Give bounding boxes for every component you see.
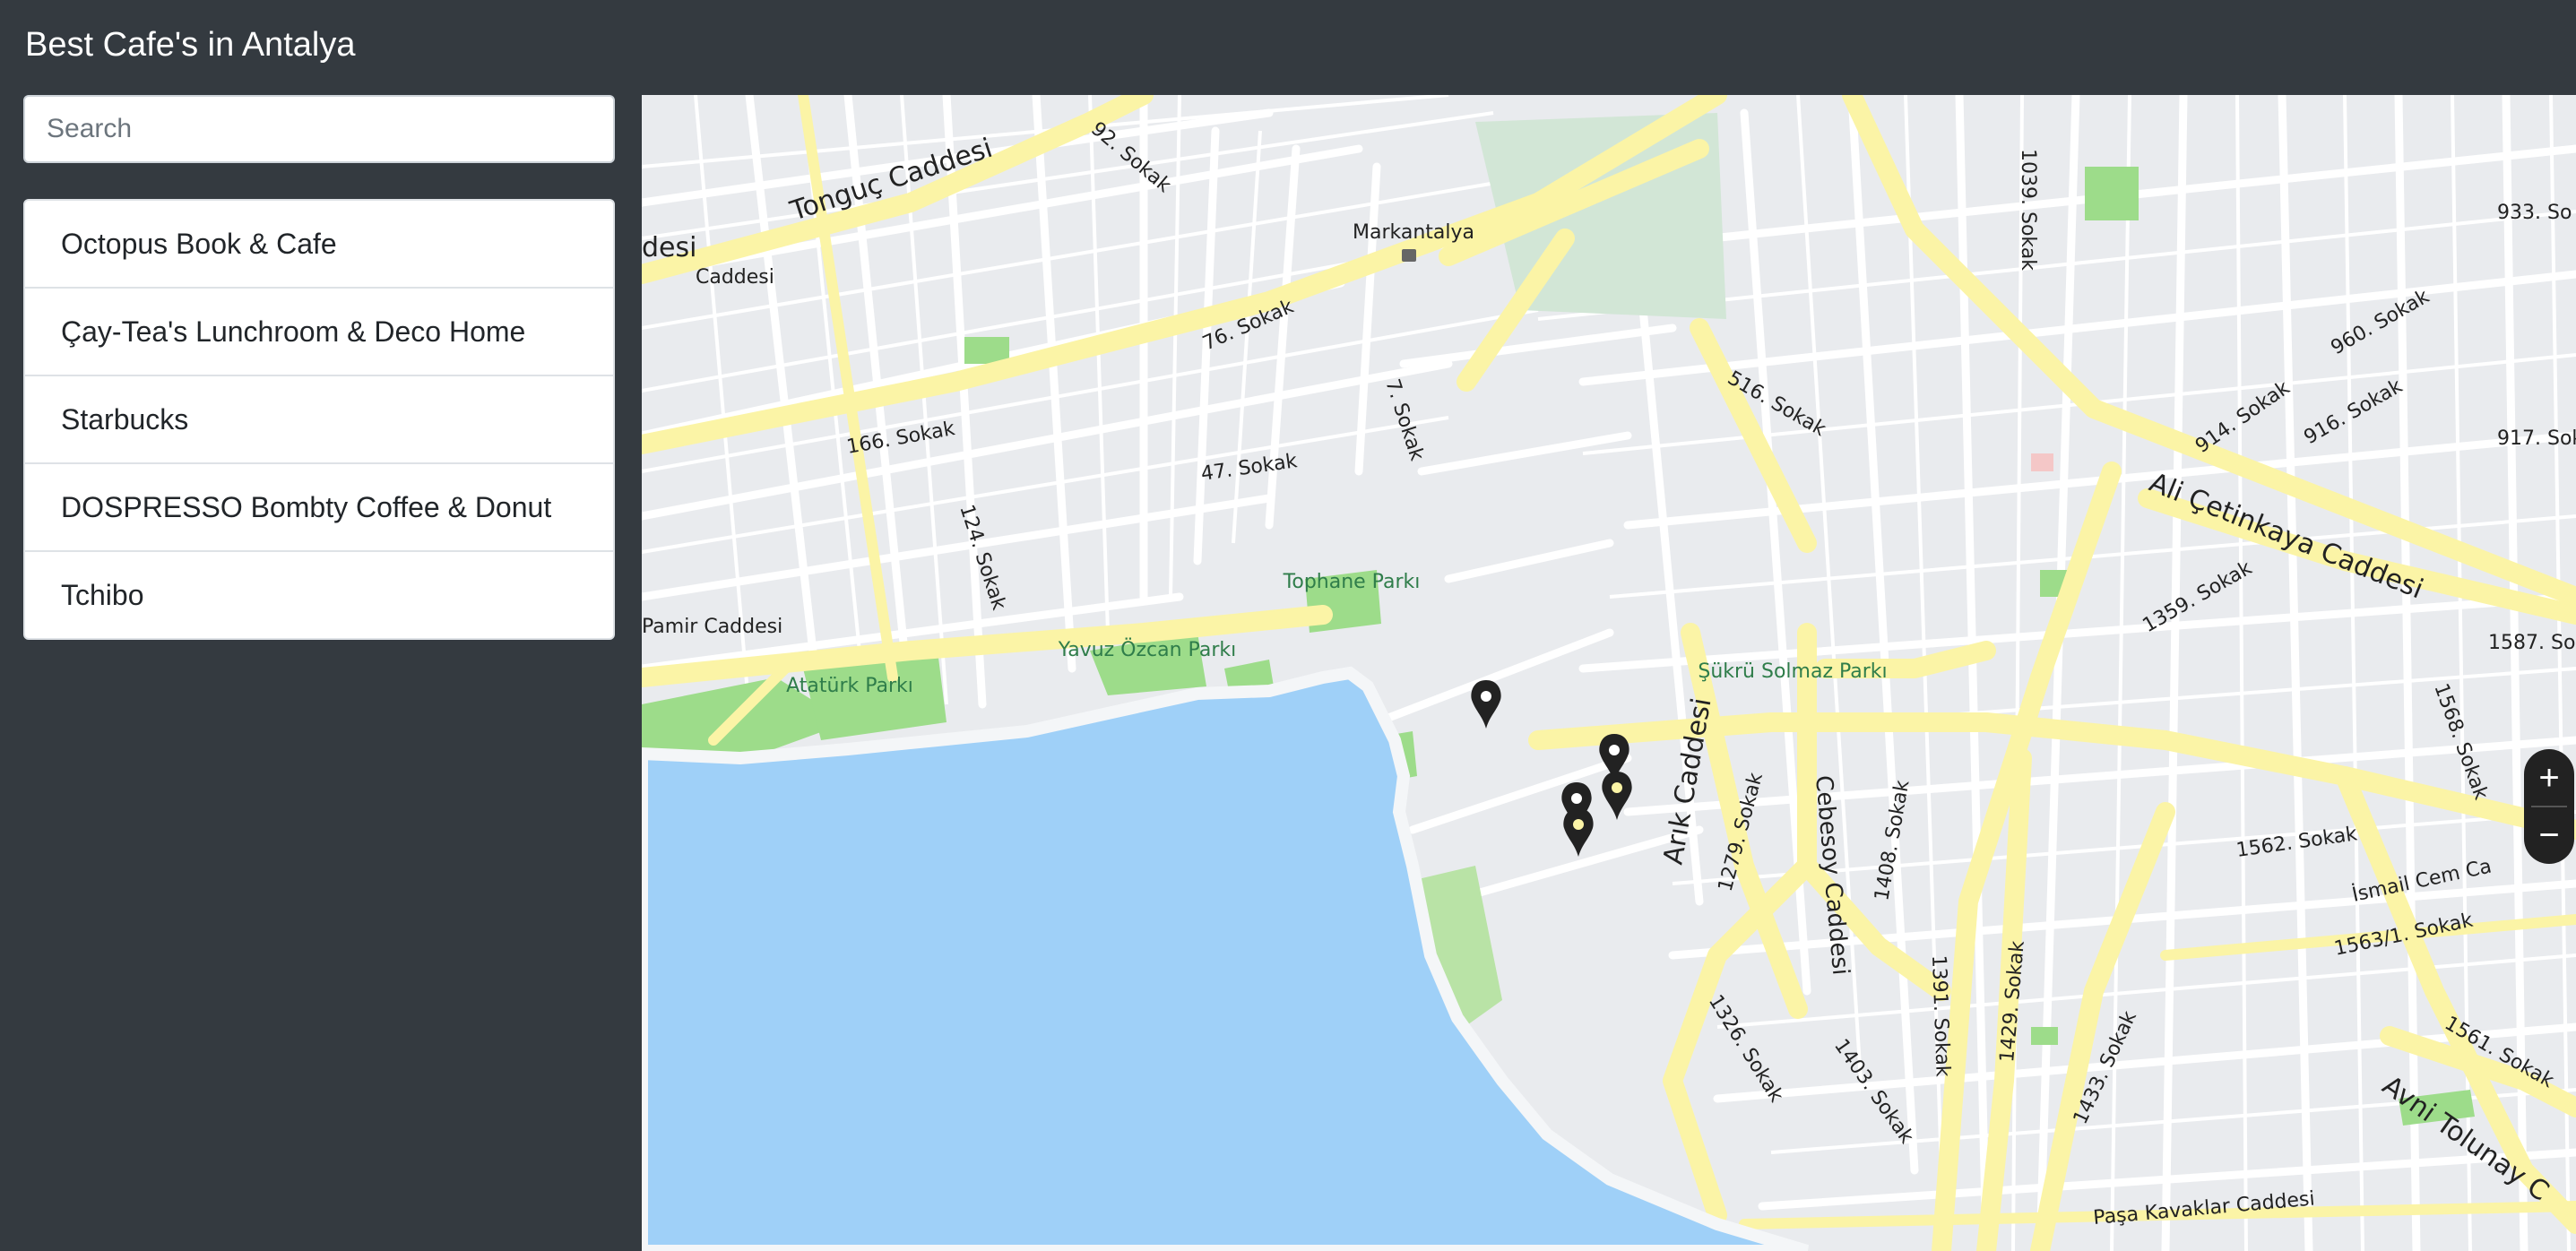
street-label-1391-sokak: 1391. Sokak [1927, 954, 1954, 1077]
street-label-1587-sokak: 1587. So [2488, 632, 2575, 654]
sidebar: Octopus Book & Cafe Çay-Tea's Lunchroom … [0, 95, 642, 1251]
search-input[interactable] [23, 95, 615, 163]
street-label-1039-sokak: 1039. Sokak [2017, 149, 2039, 271]
park-label-ataturk: Atatürk Parkı [786, 675, 913, 697]
app-title: Best Cafe's in Antalya [25, 26, 356, 64]
shopping-icon [1402, 249, 1416, 262]
top-navbar: Best Cafe's in Antalya [0, 0, 2576, 95]
cafe-list-item-starbucks[interactable]: Starbucks [25, 376, 613, 464]
street-label-933-sokak: 933. So [2497, 202, 2572, 224]
street-label-caddesi-left: Caddesi [696, 266, 774, 289]
cafe-list: Octopus Book & Cafe Çay-Tea's Lunchroom … [23, 199, 615, 640]
zoom-in-button[interactable]: + [2524, 749, 2574, 807]
map-canvas[interactable]: Caddesi desi Tonguç Caddesi 92. Sokak 76… [642, 95, 2576, 1251]
park-label-yavuz-ozcan: Yavuz Özcan Parkı [1058, 638, 1236, 661]
park-label-sukru-solmaz: Şükrü Solmaz Parkı [1698, 660, 1887, 683]
street-label-pamir: Pamir Caddesi [642, 616, 782, 638]
park-label-tophane: Tophane Parkı [1283, 571, 1421, 593]
cafe-list-item-dospresso[interactable]: DOSPRESSO Bombty Coffee & Donut [25, 464, 613, 552]
street-label-desi: desi [642, 232, 696, 263]
zoom-out-button[interactable]: − [2524, 807, 2574, 864]
cafe-list-item-tchibo[interactable]: Tchibo [25, 552, 613, 638]
street-label-917-sokak: 917. Sok [2497, 427, 2576, 450]
poi-label-markantalya: Markantalya [1353, 221, 1474, 244]
zoom-divider [2531, 806, 2567, 807]
cafe-list-item-octopus[interactable]: Octopus Book & Cafe [25, 201, 613, 289]
zoom-control: + − [2524, 749, 2574, 864]
cafe-list-item-cay-tea[interactable]: Çay-Tea's Lunchroom & Deco Home [25, 289, 613, 376]
